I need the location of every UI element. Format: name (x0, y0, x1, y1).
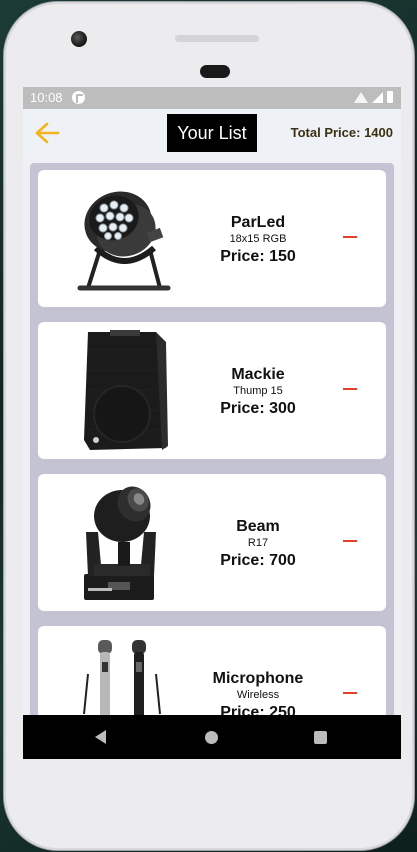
minus-icon[interactable] (343, 692, 357, 694)
item-model: Wireless (236, 689, 280, 701)
item-price: Price: 150 (220, 248, 296, 265)
status-bar: 10:08 (23, 87, 401, 109)
moving-head-beam-image (58, 482, 198, 604)
item-price: Price: 300 (220, 400, 296, 417)
par-led-light-image (58, 178, 198, 300)
back-arrow-icon[interactable] (34, 121, 62, 145)
list-item: ParLed 18x15 RGB Price: 150 (38, 170, 386, 307)
status-time: 10:08 (30, 90, 63, 105)
item-model: Thump 15 (233, 385, 283, 397)
signal-icon (372, 91, 383, 103)
nav-home-icon[interactable] (205, 731, 218, 744)
front-camera (71, 31, 87, 47)
item-price: Price: 700 (220, 552, 296, 569)
battery-icon (387, 91, 393, 103)
item-name: Mackie (231, 366, 285, 383)
android-navigation-bar (23, 715, 401, 759)
app-screen: 10:08 Your List Total Price: 1400 ParLed… (23, 87, 401, 759)
list-item: Beam R17 Price: 700 (38, 474, 386, 611)
item-model: 18x15 RGB (229, 233, 287, 245)
earpiece-speaker (175, 35, 259, 42)
item-model: R17 (247, 537, 269, 549)
item-name: Beam (236, 518, 280, 535)
total-price: Total Price: 1400 (290, 125, 393, 140)
cart-list[interactable]: ParLed 18x15 RGB Price: 150 Mackie Thump… (30, 163, 394, 759)
minus-icon[interactable] (343, 388, 357, 390)
wifi-icon (354, 91, 368, 103)
minus-icon[interactable] (343, 540, 357, 542)
nav-recents-icon[interactable] (314, 731, 327, 744)
app-header: Your List Total Price: 1400 (23, 109, 401, 159)
item-name: Microphone (212, 670, 304, 687)
minus-icon[interactable] (343, 236, 357, 238)
item-name: ParLed (230, 214, 286, 231)
page-title: Your List (167, 114, 257, 152)
app-notification-icon (72, 91, 85, 104)
nav-back-icon[interactable] (95, 730, 106, 744)
proximity-sensor (200, 65, 230, 78)
speaker-image (58, 330, 198, 452)
list-item: Mackie Thump 15 Price: 300 (38, 322, 386, 459)
